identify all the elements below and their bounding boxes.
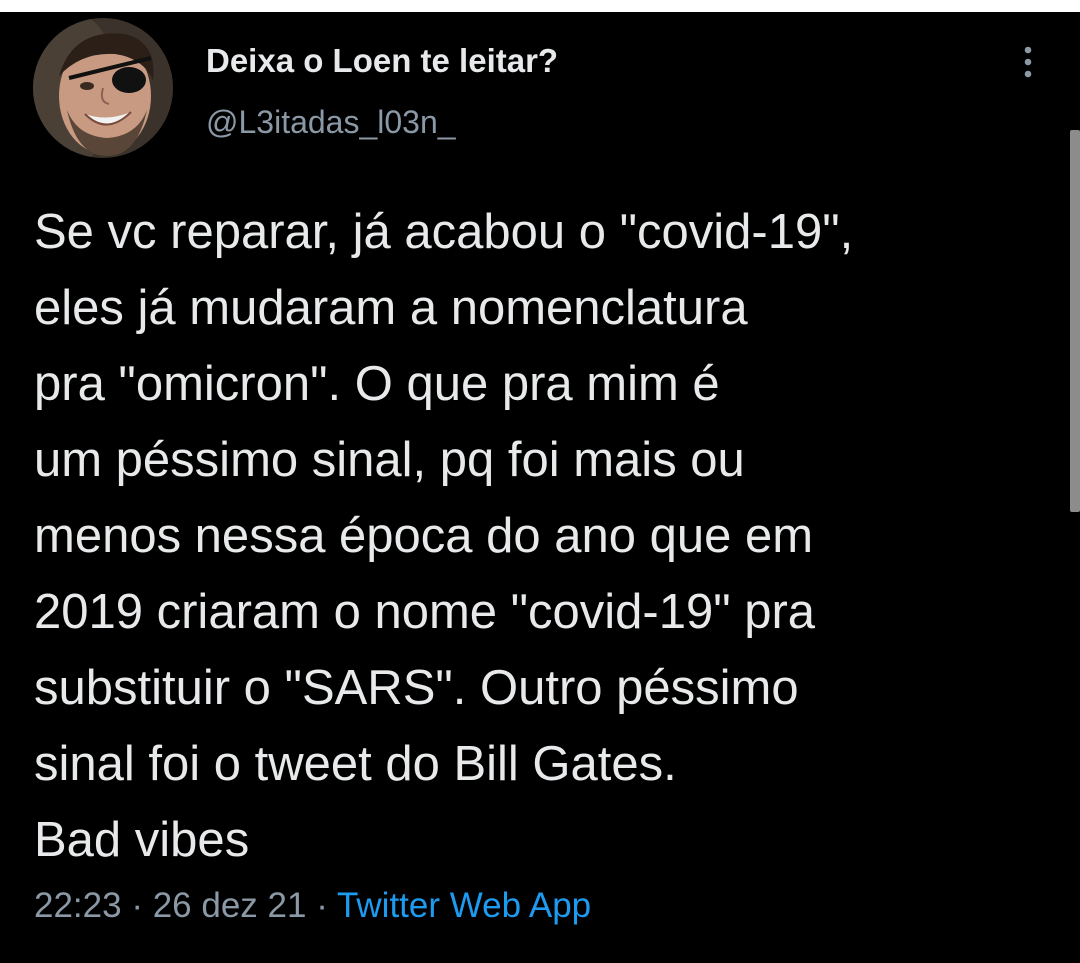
tweet-text-line: eles já mudaram a nomenclatura [34, 281, 748, 335]
tweet-time[interactable]: 22:23 [34, 886, 122, 925]
tweet-text-line: pra "omicron". O que pra mim é [34, 357, 720, 411]
tweet-text-line: um péssimo sinal, pq foi mais ou [34, 433, 745, 487]
top-strip [0, 0, 1080, 12]
more-vertical-icon [1024, 46, 1032, 78]
tweet-text-line: Se vc reparar, já acabou o "covid-19", [34, 205, 854, 259]
tweet-text-line: substituir o "SARS". Outro péssimo [34, 661, 799, 715]
tweet-text-line: 2019 criaram o nome "covid-19" pra [34, 585, 816, 639]
scrollbar[interactable] [1070, 130, 1080, 512]
tweet-text: Se vc reparar, já acabou o "covid-19", e… [34, 194, 1034, 878]
tweet-text-line: menos nessa época do ano que em [34, 509, 814, 563]
avatar[interactable] [33, 18, 173, 158]
tweet: Deixa o Loen te leitar? @L3itadas_l03n_ … [0, 12, 1080, 963]
author-handle[interactable]: @L3itadas_l03n_ [206, 104, 456, 141]
meta-separator: · [131, 886, 143, 925]
meta-separator: · [316, 886, 328, 925]
tweet-text-line: sinal foi o tweet do Bill Gates. [34, 737, 677, 791]
author-display-name[interactable]: Deixa o Loen te leitar? [206, 42, 558, 80]
tweet-text-line: Bad vibes [34, 813, 250, 867]
avatar-photo [33, 18, 173, 158]
tweet-metadata: 22:23 · 26 dez 21 · Twitter Web App [34, 886, 591, 926]
tweet-source-link[interactable]: Twitter Web App [337, 886, 591, 925]
tweet-date[interactable]: 26 dez 21 [153, 886, 307, 925]
more-options-button[interactable] [1008, 42, 1048, 82]
